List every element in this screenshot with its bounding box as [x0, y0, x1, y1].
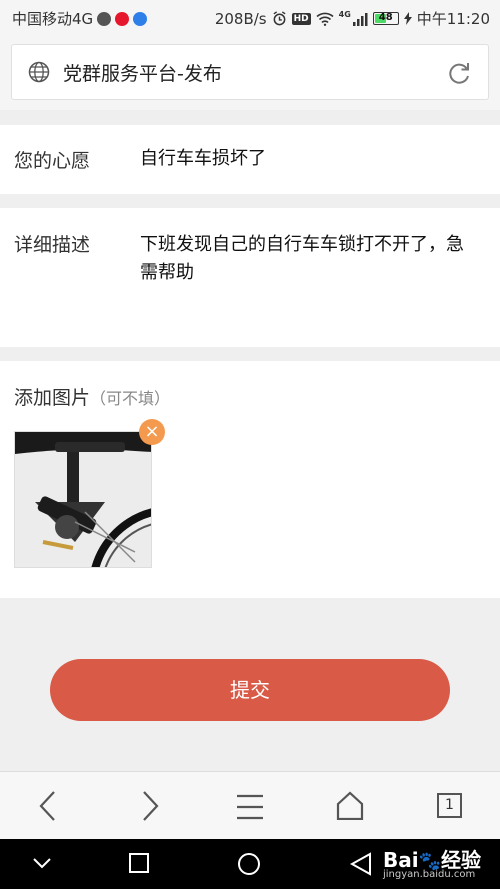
menu-icon[interactable] — [236, 794, 264, 820]
status-right: 208B/s HD 4G 48 中午11:20 — [215, 8, 490, 29]
weibo-icon — [115, 11, 130, 26]
address-bar[interactable]: 党群服务平台-发布 — [11, 44, 489, 100]
home-button-icon[interactable] — [237, 852, 261, 876]
app-notification-icon — [97, 11, 112, 26]
image-hint: （可不填） — [90, 389, 171, 408]
back-icon[interactable] — [36, 789, 60, 823]
wish-section: 您的心愿 自行车车损坏了 — [0, 125, 500, 194]
alarm-icon — [273, 11, 286, 26]
wish-label: 您的心愿 — [14, 150, 91, 172]
wifi-icon — [316, 12, 334, 26]
detail-field[interactable]: 下班发现自己的自行车车锁打不开了，急需帮助 — [140, 231, 480, 287]
collapse-icon[interactable] — [32, 857, 52, 869]
battery-level: 48 — [378, 12, 393, 23]
bicycle-image — [15, 432, 151, 567]
globe-icon — [28, 61, 50, 83]
network-type-label: 4G — [338, 10, 351, 19]
browser-toolbar: 1 — [0, 771, 500, 839]
reload-icon[interactable] — [446, 60, 472, 86]
recent-apps-icon[interactable] — [128, 852, 150, 874]
message-icon — [133, 11, 148, 26]
battery-icon: 48 — [372, 12, 399, 25]
tabs-button[interactable]: 1 — [437, 793, 462, 818]
watermark-site: jingyan.baidu.com — [383, 869, 476, 880]
clock: 中午11:20 — [416, 10, 490, 28]
home-icon[interactable] — [335, 790, 365, 820]
carrier-label: 中国移动4G — [12, 10, 94, 28]
uploaded-image-thumbnail[interactable] — [14, 431, 152, 568]
wish-field[interactable]: 自行车车损坏了 — [140, 145, 266, 173]
status-left: 中国移动4G — [12, 8, 148, 29]
detail-section: 详细描述 下班发现自己的自行车车锁打不开了，急需帮助 — [0, 208, 500, 347]
network-speed: 208B/s — [214, 9, 267, 28]
signal-icon — [352, 12, 368, 26]
back-nav-icon[interactable] — [350, 852, 372, 876]
baidu-jingyan-watermark: Bai🐾经验 jingyan.baidu.com — [383, 844, 481, 880]
image-section: 添加图片（可不填） × — [0, 361, 500, 598]
charging-icon — [403, 12, 412, 25]
image-label: 添加图片（可不填） — [14, 383, 170, 410]
page-title: 党群服务平台-发布 — [63, 63, 222, 85]
hd-icon: HD — [291, 12, 311, 25]
address-bar-area: 党群服务平台-发布 — [0, 36, 500, 110]
status-bar: 中国移动4G 208B/s HD 4G 48 中午11:20 — [0, 0, 500, 36]
image-label-text: 添加图片 — [14, 387, 91, 409]
detail-label: 详细描述 — [14, 234, 91, 256]
submit-button[interactable]: 提交 — [50, 659, 450, 721]
remove-image-button[interactable]: × — [139, 419, 165, 445]
forward-icon[interactable] — [138, 789, 162, 823]
